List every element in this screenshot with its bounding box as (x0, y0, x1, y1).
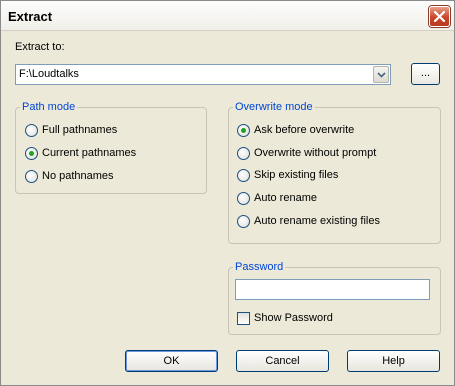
overwrite-mode-legend: Overwrite mode (235, 101, 313, 113)
radio-label: Overwrite without prompt (254, 147, 377, 159)
path-mode-legend: Path mode (22, 101, 76, 113)
radio-label: Full pathnames (42, 124, 118, 136)
radio-button[interactable] (237, 215, 250, 228)
radio-button[interactable] (237, 124, 250, 137)
radio-label: No pathnames (42, 170, 114, 182)
browse-button[interactable]: ... (411, 63, 440, 85)
password-legend: Password (235, 261, 284, 273)
extract-dialog: Extract Extract to: F:\Loudtalks ... Pat… (0, 0, 455, 386)
radio-label: Current pathnames (42, 147, 137, 159)
radio-button[interactable] (237, 147, 250, 160)
radio-button[interactable] (237, 192, 250, 205)
radio-label: Auto rename existing files (254, 215, 380, 227)
show-password-label: Show Password (254, 312, 333, 324)
radio-button[interactable] (25, 124, 38, 137)
radio-button[interactable] (237, 169, 250, 182)
radio-label: Skip existing files (254, 169, 339, 181)
password-input[interactable] (235, 279, 430, 300)
combo-dropdown-button[interactable] (373, 66, 389, 83)
cancel-button[interactable]: Cancel (236, 350, 329, 372)
radio-label: Auto rename (254, 192, 317, 204)
dialog-title: Extract (8, 9, 53, 24)
extract-to-label: Extract to: (15, 41, 65, 53)
show-password-checkbox[interactable] (237, 312, 250, 325)
close-button[interactable] (429, 6, 450, 27)
ok-button[interactable]: OK (125, 350, 218, 372)
chevron-down-icon (377, 72, 386, 78)
radio-label: Ask before overwrite (254, 124, 355, 136)
radio-button[interactable] (25, 147, 38, 160)
extract-path-value: F:\Loudtalks (19, 68, 79, 80)
help-button[interactable]: Help (347, 350, 440, 372)
radio-button[interactable] (25, 170, 38, 183)
close-icon (434, 11, 445, 22)
extract-path-combobox[interactable]: F:\Loudtalks (15, 64, 391, 85)
title-bar: Extract (1, 1, 454, 31)
